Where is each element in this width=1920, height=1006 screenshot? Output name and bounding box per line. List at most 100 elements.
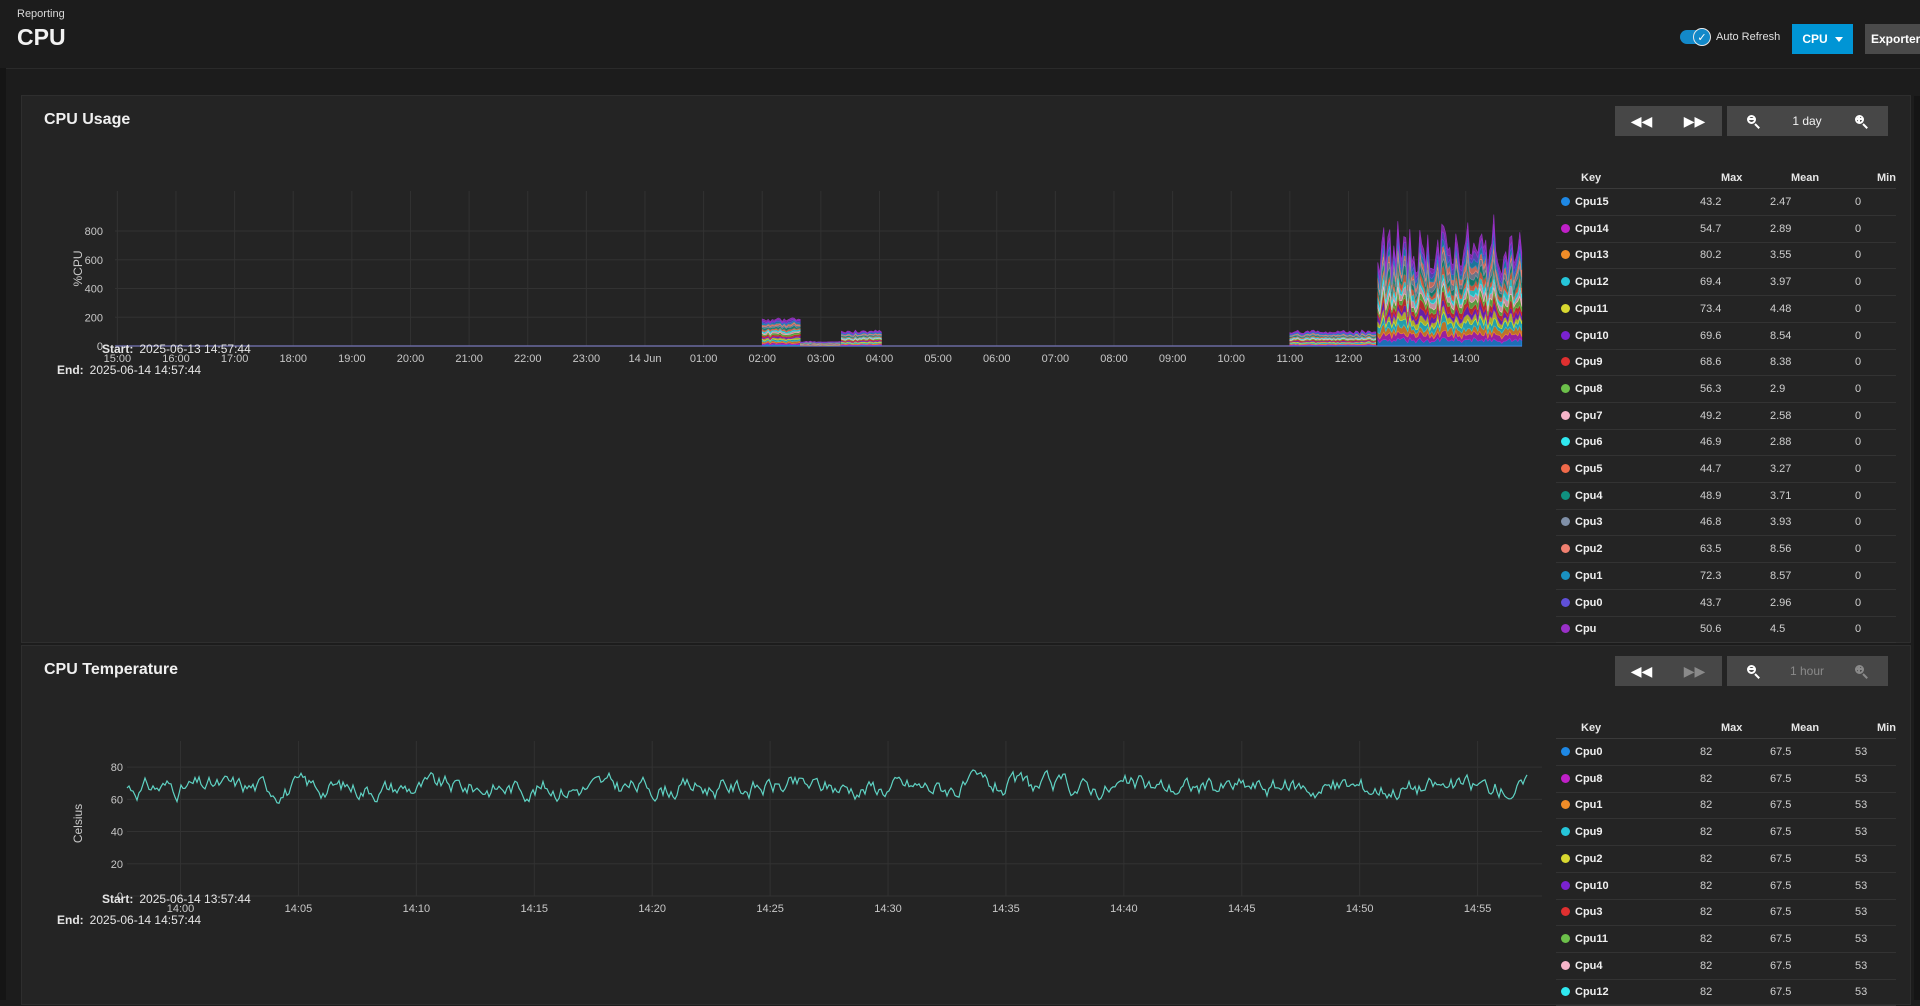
legend-min-value: 0: [1855, 410, 1861, 422]
exporters-button-label: Exporters: [1871, 32, 1920, 46]
rewind-icon[interactable]: ◀◀: [1615, 663, 1668, 680]
zoom-in-icon[interactable]: [1835, 115, 1887, 128]
legend-row[interactable]: Cpu28267.553: [1556, 846, 1896, 873]
x-tick-label: 23:00: [573, 353, 601, 365]
legend-min-value: 53: [1855, 853, 1867, 865]
legend-row[interactable]: Cpu08267.553: [1556, 739, 1896, 766]
zoom-out-icon[interactable]: [1727, 665, 1779, 678]
legend-row[interactable]: Cpu1380.23.550: [1556, 242, 1896, 269]
series-color-swatch: [1561, 491, 1570, 500]
legend-max-value: 56.3: [1700, 383, 1721, 395]
auto-refresh-control[interactable]: ✓ Auto Refresh: [1680, 30, 1780, 44]
legend-max-header: Max: [1721, 722, 1742, 734]
series-color-swatch: [1561, 571, 1570, 580]
legend-row[interactable]: Cpu50.64.50: [1556, 616, 1896, 643]
temp-end: End:2025-06-14 14:57:44: [57, 913, 201, 927]
series-color-swatch: [1561, 437, 1570, 446]
legend-row[interactable]: Cpu18267.553: [1556, 792, 1896, 819]
usage-end: End:2025-06-14 14:57:44: [57, 363, 201, 377]
legend-max-value: 80.2: [1700, 249, 1721, 261]
legend-mean-header: Mean: [1791, 172, 1819, 184]
legend-mean-value: 8.56: [1770, 543, 1791, 555]
legend-max-value: 46.8: [1700, 516, 1721, 528]
legend-row[interactable]: Cpu968.68.380: [1556, 349, 1896, 376]
scrollbar-track[interactable]: [1914, 96, 1920, 1000]
x-tick-label: 19:00: [338, 353, 366, 365]
zoom-out-icon[interactable]: [1727, 115, 1779, 128]
legend-series-name: Cpu1: [1575, 799, 1603, 811]
legend-min-value: 0: [1855, 490, 1861, 502]
legend-row[interactable]: Cpu263.58.560: [1556, 536, 1896, 563]
legend-mean-value: 67.5: [1770, 799, 1791, 811]
legend-max-value: 69.6: [1700, 330, 1721, 342]
series-color-swatch: [1561, 304, 1570, 313]
legend-row[interactable]: Cpu48267.553: [1556, 953, 1896, 980]
zoom-in-icon[interactable]: [1835, 665, 1887, 678]
legend-min-value: 0: [1855, 356, 1861, 368]
breadcrumb[interactable]: Reporting: [17, 8, 65, 20]
cpu-usage-chart[interactable]: 020040060080015:0016:0017:0018:0019:0020…: [22, 156, 1522, 356]
series-color-swatch: [1561, 934, 1570, 943]
series-color-swatch: [1561, 800, 1570, 809]
cpu-temperature-chart[interactable]: 02040608014:0014:0514:1014:1514:2014:251…: [22, 706, 1522, 906]
legend-row[interactable]: Cpu172.38.570: [1556, 563, 1896, 590]
legend-row[interactable]: Cpu749.22.580: [1556, 403, 1896, 430]
legend-min-value: 0: [1855, 276, 1861, 288]
legend-max-value: 43.2: [1700, 196, 1721, 208]
legend-max-value: 82: [1700, 933, 1712, 945]
rewind-icon[interactable]: ◀◀: [1615, 113, 1668, 130]
x-tick-label: 14 Jun: [628, 353, 661, 365]
legend-row[interactable]: Cpu128267.553: [1556, 979, 1896, 1006]
legend-row[interactable]: Cpu1069.68.540: [1556, 323, 1896, 350]
legend-mean-value: 67.5: [1770, 746, 1791, 758]
legend-row[interactable]: Cpu1543.22.470: [1556, 189, 1896, 216]
legend-row[interactable]: Cpu1173.44.480: [1556, 296, 1896, 323]
legend-min-value: 53: [1855, 933, 1867, 945]
legend-row[interactable]: Cpu346.83.930: [1556, 509, 1896, 536]
legend-row[interactable]: Cpu1269.43.970: [1556, 269, 1896, 296]
usage-zoom-control: 1 day: [1727, 106, 1888, 136]
legend-row[interactable]: Cpu38267.553: [1556, 899, 1896, 926]
legend-row[interactable]: Cpu856.32.90: [1556, 376, 1896, 403]
series-color-swatch: [1561, 987, 1570, 996]
legend-min-header: Min: [1877, 172, 1896, 184]
legend-row[interactable]: Cpu043.72.960: [1556, 590, 1896, 617]
series-color-swatch: [1561, 277, 1570, 286]
legend-row[interactable]: Cpu118267.553: [1556, 926, 1896, 953]
auto-refresh-toggle[interactable]: ✓: [1680, 30, 1710, 44]
legend-max-value: 72.3: [1700, 570, 1721, 582]
legend-mean-value: 2.47: [1770, 196, 1791, 208]
fast-forward-icon[interactable]: ▶▶: [1668, 663, 1721, 680]
temp-time-nav: ◀◀ ▶▶: [1615, 656, 1722, 686]
legend-min-value: 53: [1855, 906, 1867, 918]
legend-row[interactable]: Cpu1454.72.890: [1556, 216, 1896, 243]
x-tick-label: 02:00: [748, 353, 776, 365]
legend-min-value: 0: [1855, 383, 1861, 395]
legend-row[interactable]: Cpu544.73.270: [1556, 456, 1896, 483]
legend-row[interactable]: Cpu108267.553: [1556, 873, 1896, 900]
legend-row[interactable]: Cpu448.93.710: [1556, 483, 1896, 510]
cpu-temperature-card: CPU Temperature ◀◀ ▶▶ 1 hour 02040608014…: [21, 645, 1911, 1005]
legend-row[interactable]: Cpu98267.553: [1556, 819, 1896, 846]
series-color-swatch: [1561, 331, 1570, 340]
cpu-button-label: CPU: [1802, 32, 1827, 46]
legend-series-name: Cpu: [1575, 623, 1596, 635]
x-tick-label: 05:00: [924, 353, 952, 365]
legend-min-value: 53: [1855, 799, 1867, 811]
legend-series-name: Cpu11: [1575, 303, 1608, 315]
legend-mean-value: 2.58: [1770, 410, 1791, 422]
legend-series-name: Cpu12: [1575, 986, 1609, 998]
legend-series-name: Cpu3: [1575, 516, 1603, 528]
temp-start: Start:2025-06-14 13:57:44: [102, 892, 251, 906]
fast-forward-icon[interactable]: ▶▶: [1668, 113, 1721, 130]
legend-row[interactable]: Cpu88267.553: [1556, 766, 1896, 793]
legend-series-name: Cpu0: [1575, 746, 1603, 758]
temp-end-value: 2025-06-14 14:57:44: [90, 913, 201, 927]
exporters-button[interactable]: Exporters: [1865, 24, 1920, 54]
series-color-swatch: [1561, 961, 1570, 970]
cpu-dropdown-button[interactable]: CPU: [1792, 24, 1853, 54]
series-color-swatch: [1561, 224, 1570, 233]
x-tick-label: 01:00: [690, 353, 718, 365]
legend-row[interactable]: Cpu646.92.880: [1556, 429, 1896, 456]
series-color-swatch: [1561, 411, 1570, 420]
